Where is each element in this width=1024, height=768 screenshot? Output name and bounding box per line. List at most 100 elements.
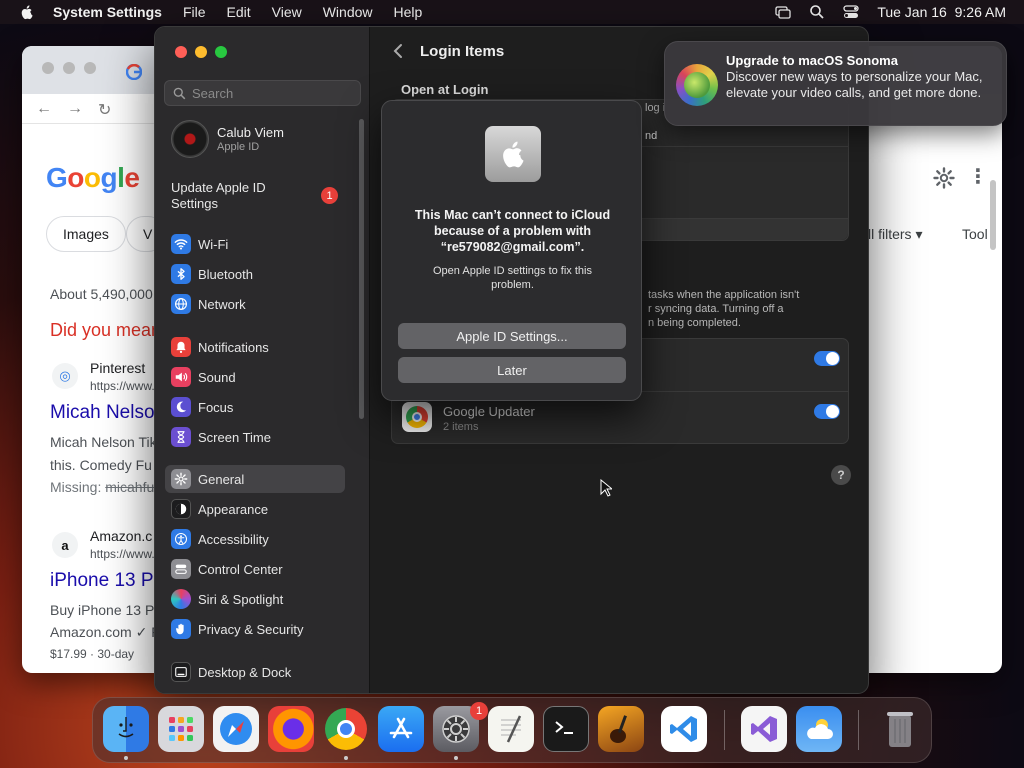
chrome-minimize-button[interactable] <box>63 62 75 74</box>
menu-help[interactable]: Help <box>394 4 423 20</box>
bluetooth-icon <box>171 264 191 284</box>
reload-icon[interactable]: ↻ <box>98 100 111 120</box>
open-at-login-heading: Open at Login <box>401 82 489 97</box>
search-field[interactable] <box>164 80 361 106</box>
spotlight-search-icon[interactable] <box>809 4 825 20</box>
result-site-name: Amazon.c <box>90 528 153 544</box>
background-description: tasks when the application isn't <box>648 289 800 301</box>
menu-window[interactable]: Window <box>323 4 373 20</box>
back-arrow-icon[interactable]: ← <box>36 100 52 118</box>
tools-button[interactable]: Tool <box>962 226 988 242</box>
alert-title: This Mac can’t connect to iCloud because… <box>414 208 611 254</box>
sonoma-notification[interactable]: Upgrade to macOS Sonoma Discover new way… <box>664 41 1007 126</box>
sidebar-item-siri-spotlight[interactable]: Siri & Spotlight <box>165 585 345 613</box>
safari-icon[interactable] <box>213 706 259 752</box>
result-title-link[interactable]: iPhone 13 P <box>50 570 154 592</box>
back-chevron-icon[interactable] <box>391 43 405 59</box>
sidebar-item-notifications[interactable]: Notifications <box>165 333 345 361</box>
moon-icon <box>171 397 191 417</box>
finder-icon[interactable] <box>103 706 149 752</box>
apple-id-settings-button[interactable]: Apple ID Settings... <box>398 323 626 349</box>
control-center-icon[interactable] <box>843 4 859 20</box>
help-button[interactable]: ? <box>831 465 851 485</box>
apple-menu-icon[interactable] <box>19 4 35 20</box>
chrome-app-icon <box>402 402 432 432</box>
chrome-close-button[interactable] <box>42 62 54 74</box>
google-updater-toggle[interactable] <box>814 404 840 419</box>
dock: 1 <box>92 697 932 763</box>
settings-gear-icon[interactable] <box>932 166 956 190</box>
settings-badge: 1 <box>470 702 488 720</box>
running-indicator <box>124 756 128 760</box>
result-title-link[interactable]: Micah Nelso <box>50 402 155 424</box>
sidebar-item-screen-time[interactable]: Screen Time <box>165 423 345 451</box>
app-menu[interactable]: System Settings <box>53 4 162 20</box>
trash-icon[interactable] <box>877 706 923 752</box>
search-input[interactable] <box>192 85 352 101</box>
notification-body: Discover new ways to personalize your Ma… <box>726 69 983 100</box>
minimize-button[interactable] <box>195 46 207 58</box>
account-subtitle: Apple ID <box>217 141 260 153</box>
google-updater-count: 2 items <box>443 421 479 433</box>
dock-separator <box>724 710 725 750</box>
firefox-icon[interactable] <box>268 706 314 752</box>
sidebar-item-control-center[interactable]: Control Center <box>165 555 345 583</box>
menu-view[interactable]: View <box>272 4 302 20</box>
notification-title: Upgrade to macOS Sonoma <box>726 53 898 68</box>
apple-logo-icon <box>485 126 541 182</box>
terminal-icon[interactable] <box>543 706 589 752</box>
dock-separator <box>858 710 859 750</box>
pinterest-favicon-icon: ◎ <box>52 363 78 389</box>
result-snippet: $17.99 · 30-day <box>50 647 135 661</box>
vscode-icon[interactable] <box>661 706 707 752</box>
siri-icon <box>171 589 191 609</box>
textedit-icon[interactable] <box>488 706 534 752</box>
apple-id-account[interactable]: Calub Viem Apple ID <box>171 120 284 158</box>
forward-arrow-icon[interactable]: → <box>67 100 83 118</box>
result-url: https://www. <box>90 379 155 393</box>
result-snippet: this. Comedy Fu <box>50 457 152 473</box>
background-item-toggle[interactable] <box>814 351 840 366</box>
sidebar-item-privacy-security[interactable]: Privacy & Security <box>165 615 345 643</box>
all-filters[interactable]: ll filters ▾ <box>868 226 922 243</box>
sidebar-item-appearance[interactable]: Appearance <box>165 495 345 523</box>
sidebar-item-network[interactable]: Network <box>165 290 345 318</box>
update-apple-id-settings[interactable]: Update Apple ID Settings <box>171 180 301 212</box>
chrome-icon[interactable] <box>323 706 369 752</box>
sidebar-item-general[interactable]: General <box>165 465 345 493</box>
alert-message: Open Apple ID settings to fix this probl… <box>433 265 592 291</box>
sidebar-item-desktop-dock[interactable]: Desktop & Dock <box>165 658 345 686</box>
icloud-alert-dialog: This Mac can’t connect to iCloud because… <box>381 100 642 401</box>
sidebar-item-sound[interactable]: Sound <box>165 363 345 391</box>
launchpad-icon[interactable] <box>158 706 204 752</box>
sidebar-item-wifi[interactable]: Wi-Fi <box>165 230 345 258</box>
menu-edit[interactable]: Edit <box>227 4 251 20</box>
weather-icon[interactable] <box>796 706 842 752</box>
more-vert-icon[interactable]: ⋮ <box>968 164 988 189</box>
page-scrollbar[interactable] <box>990 180 996 250</box>
sidebar-scrollbar[interactable] <box>359 119 364 419</box>
app-store-icon[interactable] <box>378 706 424 752</box>
visual-studio-icon[interactable] <box>741 706 787 752</box>
zoom-button[interactable] <box>215 46 227 58</box>
hourglass-icon <box>171 427 191 447</box>
did-you-mean[interactable]: Did you mean <box>50 320 161 341</box>
sidebar-item-focus[interactable]: Focus <box>165 393 345 421</box>
images-chip[interactable]: Images <box>46 216 126 252</box>
settings-sidebar: Calub Viem Apple ID Update Apple ID Sett… <box>155 27 370 693</box>
garageband-icon[interactable] <box>598 706 644 752</box>
control-center-icon <box>171 559 191 579</box>
menu-file[interactable]: File <box>183 4 206 20</box>
close-button[interactable] <box>175 46 187 58</box>
result-snippet: Micah Nelson Tik <box>50 434 157 450</box>
later-button[interactable]: Later <box>398 357 626 383</box>
sidebar-item-label: Notifications <box>198 339 269 355</box>
sidebar-item-label: Desktop & Dock <box>198 664 292 680</box>
result-snippet: Amazon.com ✓ F <box>50 624 160 640</box>
sidebar-item-accessibility[interactable]: Accessibility <box>165 525 345 553</box>
chrome-zoom-button[interactable] <box>84 62 96 74</box>
sidebar-item-label: Appearance <box>198 501 269 517</box>
sidebar-item-bluetooth[interactable]: Bluetooth <box>165 260 345 288</box>
clock[interactable]: Tue Jan 16 9:26 AM <box>877 4 1006 20</box>
screen-mirroring-icon[interactable] <box>775 4 791 20</box>
